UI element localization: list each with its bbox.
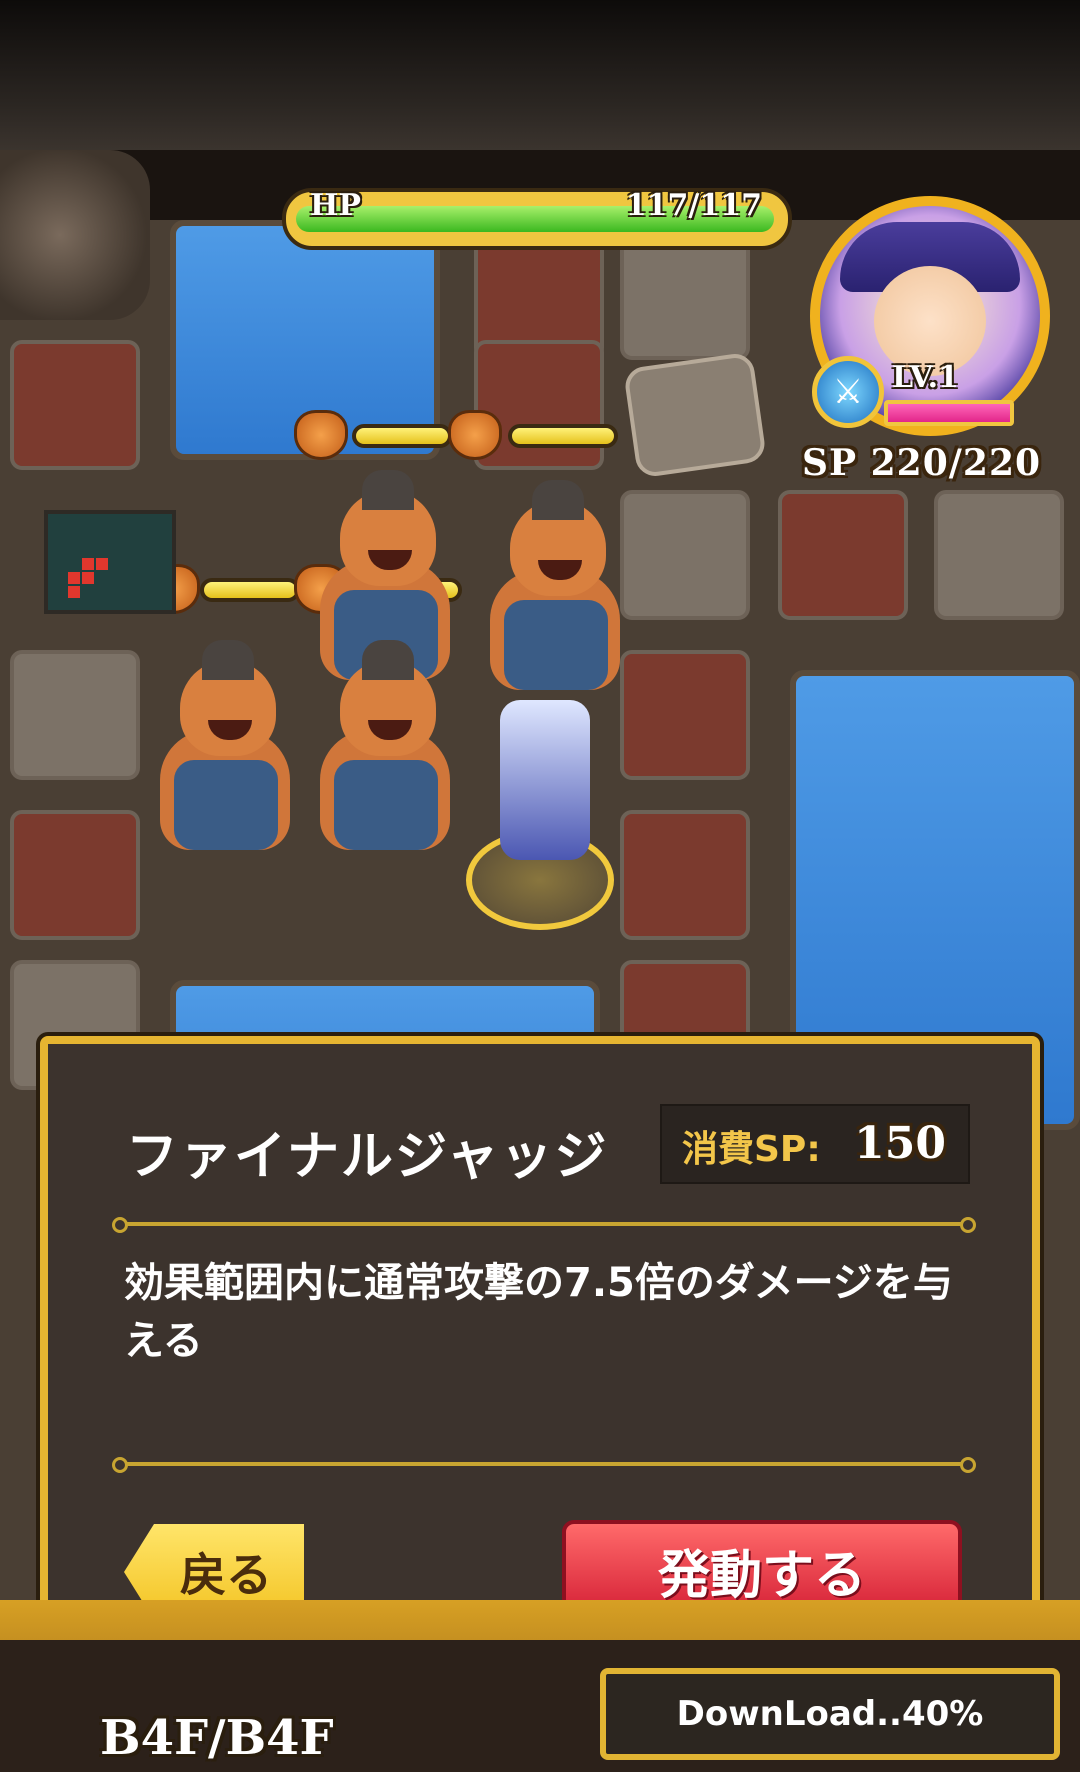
- enemy-icon: [448, 410, 502, 460]
- skill-name: ファイナルジャッジ: [126, 1127, 609, 1187]
- floor-indicator: B4F/B4F: [100, 1710, 334, 1766]
- enemy-hp-bar: [508, 424, 618, 448]
- skill-dialog: ファイナルジャッジ 消費SP: 150 効果範囲内に通常攻撃の7.5倍のダメージ…: [40, 1036, 1040, 1674]
- hp-label: HP: [310, 188, 361, 223]
- skill-description: 効果範囲内に通常攻撃の7.5倍のダメージを与える: [124, 1260, 953, 1364]
- enemy-icon: [294, 410, 348, 460]
- stairs-tile[interactable]: [622, 351, 768, 479]
- divider: [112, 1217, 976, 1233]
- floor-tile[interactable]: [934, 490, 1064, 620]
- sp-cost-value: 150: [854, 1118, 946, 1169]
- level-label: LV.1: [892, 360, 959, 395]
- floor-tile[interactable]: [10, 810, 140, 940]
- hp-bar: HP 117/117: [282, 188, 792, 250]
- divider: [112, 1457, 976, 1473]
- minimap[interactable]: [44, 510, 176, 614]
- ogre-enemy[interactable]: [300, 640, 470, 870]
- minimap-marker: [82, 572, 94, 584]
- floor-tile[interactable]: [620, 810, 750, 940]
- sp-cost-label: 消費SP:: [682, 1129, 821, 1170]
- player-character[interactable]: [470, 660, 620, 890]
- download-status: DownLoad..40%: [600, 1668, 1060, 1760]
- enemy-hp-bar: [352, 424, 452, 448]
- top-dark-area: [0, 0, 1080, 150]
- level-exp-bar: [884, 400, 1014, 426]
- minimap-marker: [68, 586, 80, 598]
- sword-icon: ⚔: [812, 356, 884, 428]
- rock-wall: [0, 150, 150, 320]
- minimap-marker: [68, 572, 80, 584]
- minimap-marker: [96, 558, 108, 570]
- ogre-enemy[interactable]: [140, 640, 310, 870]
- floor-tile[interactable]: [10, 650, 140, 780]
- hp-value: 117/117: [625, 188, 762, 223]
- sp-value: SP 220/220: [802, 442, 1042, 484]
- sp-cost-box: 消費SP: 150: [660, 1104, 970, 1184]
- enemy-hp-bar: [200, 578, 300, 602]
- minimap-marker: [82, 558, 94, 570]
- floor-tile[interactable]: [778, 490, 908, 620]
- floor-tile[interactable]: [10, 340, 140, 470]
